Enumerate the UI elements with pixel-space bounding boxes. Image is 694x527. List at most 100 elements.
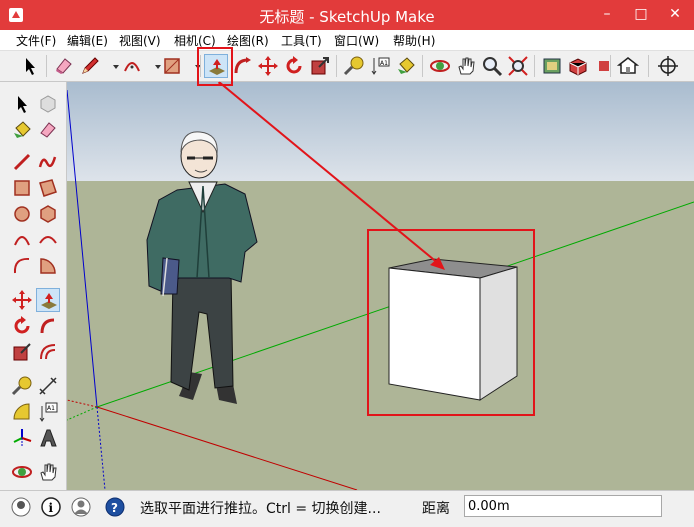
arc-dropdown[interactable] <box>146 54 161 78</box>
left-rectangle-button[interactable] <box>10 176 34 200</box>
main-toolbar: A1 <box>0 51 694 82</box>
help-icon[interactable]: ? <box>104 496 126 518</box>
offset-icon <box>40 344 56 360</box>
protractor-icon <box>13 403 30 420</box>
left-rotated-rectangle-button[interactable] <box>36 176 60 200</box>
left-follow-me-button[interactable] <box>36 314 60 338</box>
menu-file[interactable]: 文件(F) <box>16 32 56 49</box>
left-make-component-button[interactable] <box>36 92 60 116</box>
left-dimension-button[interactable] <box>36 374 60 398</box>
tape-measure-icon <box>11 376 32 396</box>
move-icon <box>258 56 278 76</box>
left-paint-button[interactable] <box>10 118 34 142</box>
box-side-face[interactable] <box>479 266 518 401</box>
crosshair-icon <box>658 56 678 76</box>
left-select-button[interactable] <box>10 92 34 116</box>
zoom-extents-tool-button[interactable] <box>506 54 530 78</box>
select-arrow-icon <box>18 96 27 113</box>
scale-tool-button[interactable] <box>308 54 332 78</box>
scene-drawing <box>67 82 694 490</box>
house-style-button[interactable] <box>616 54 640 78</box>
arc-icon <box>14 236 30 246</box>
left-orbit-button[interactable] <box>10 460 34 484</box>
move-tool-button[interactable] <box>256 54 280 78</box>
left-pie-button[interactable] <box>36 254 60 278</box>
left-scale-button[interactable] <box>10 340 34 364</box>
user-account-icon[interactable] <box>70 496 92 518</box>
move-icon <box>12 290 32 310</box>
left-2point-arc-button[interactable] <box>36 228 60 252</box>
left-line-button[interactable] <box>10 150 34 174</box>
extension-button[interactable] <box>592 54 609 78</box>
box-front-face[interactable] <box>388 267 481 401</box>
warehouse-icon <box>543 58 561 74</box>
menu-draw[interactable]: 绘图(R) <box>227 32 269 49</box>
orbit-icon <box>430 60 450 72</box>
left-polygon-button[interactable] <box>36 202 60 226</box>
follow-me-icon <box>40 318 55 334</box>
two-point-arc-icon <box>39 236 57 244</box>
geo-location-icon[interactable] <box>10 496 32 518</box>
maximize-button[interactable]: □ <box>624 0 658 30</box>
dimension-tool-button[interactable]: A1 <box>368 54 392 78</box>
extension-icon <box>599 61 609 71</box>
warehouse-button[interactable] <box>540 54 564 78</box>
menu-camera[interactable]: 相机(C) <box>174 32 216 49</box>
left-text-button[interactable]: A1 <box>36 400 60 424</box>
box-geometry[interactable] <box>388 258 518 401</box>
rotate-tool-button[interactable] <box>282 54 306 78</box>
rectangle-dropdown[interactable] <box>186 54 201 78</box>
circle-icon <box>14 206 30 222</box>
select-tool-button[interactable] <box>18 54 42 78</box>
model-viewport[interactable] <box>67 82 694 490</box>
text-label-icon: A1 <box>39 402 58 422</box>
push-pull-icon <box>209 59 225 75</box>
hand-pan-icon <box>458 57 475 75</box>
left-freehand-button[interactable] <box>36 150 60 174</box>
left-push-pull-button[interactable] <box>36 288 60 312</box>
measurements-input[interactable]: 0.00m <box>464 495 662 517</box>
left-pan-button[interactable] <box>36 460 60 484</box>
minimize-button[interactable]: – <box>590 0 624 30</box>
left-eraser-button[interactable] <box>36 118 60 142</box>
select-arrow-icon <box>26 58 35 75</box>
position-camera-button[interactable] <box>656 54 680 78</box>
follow-me-tool-button[interactable] <box>230 54 254 78</box>
orbit-tool-button[interactable] <box>428 54 452 78</box>
left-move-button[interactable] <box>10 288 34 312</box>
left-protractor-button[interactable] <box>10 400 34 424</box>
eraser-tool-button[interactable] <box>52 54 76 78</box>
rectangle-tool-button[interactable] <box>160 54 184 78</box>
polygon-icon <box>40 205 56 223</box>
pencil-tool-button[interactable] <box>78 54 102 78</box>
left-rotate-button[interactable] <box>10 314 34 338</box>
left-3point-arc-button[interactable] <box>10 254 34 278</box>
zoom-tool-button[interactable] <box>480 54 504 78</box>
menu-view[interactable]: 视图(V) <box>119 32 161 49</box>
pan-tool-button[interactable] <box>454 54 478 78</box>
left-tape-measure-button[interactable] <box>10 374 34 398</box>
tape-measure-tool-button[interactable] <box>342 54 366 78</box>
menu-edit[interactable]: 编辑(E) <box>67 32 108 49</box>
left-3d-text-button[interactable] <box>36 426 60 450</box>
menu-help[interactable]: 帮助(H) <box>393 32 435 49</box>
left-offset-button[interactable] <box>36 340 60 364</box>
left-arc-button[interactable] <box>10 228 34 252</box>
svg-text:i: i <box>49 501 54 515</box>
status-hint-text: 选取平面进行推拉。Ctrl = 切换创建... <box>140 501 381 517</box>
menu-bar: 文件(F) 编辑(E) 视图(V) 相机(C) 绘图(R) 工具(T) 窗口(W… <box>0 30 694 51</box>
components-button[interactable] <box>566 54 590 78</box>
menu-window[interactable]: 窗口(W) <box>334 32 379 49</box>
arc-tool-button[interactable] <box>120 54 144 78</box>
paint-bucket-tool-button[interactable] <box>394 54 418 78</box>
line-pencil-icon <box>13 153 31 171</box>
pencil-dropdown[interactable] <box>104 54 119 78</box>
eraser-icon <box>56 58 72 74</box>
menu-tools[interactable]: 工具(T) <box>281 32 322 49</box>
left-axes-button[interactable] <box>10 426 34 450</box>
credits-info-icon[interactable]: i <box>40 496 62 518</box>
close-button[interactable]: ✕ <box>658 0 692 30</box>
left-circle-button[interactable] <box>10 202 34 226</box>
rectangle-icon <box>14 180 30 196</box>
push-pull-tool-button[interactable] <box>204 54 228 78</box>
